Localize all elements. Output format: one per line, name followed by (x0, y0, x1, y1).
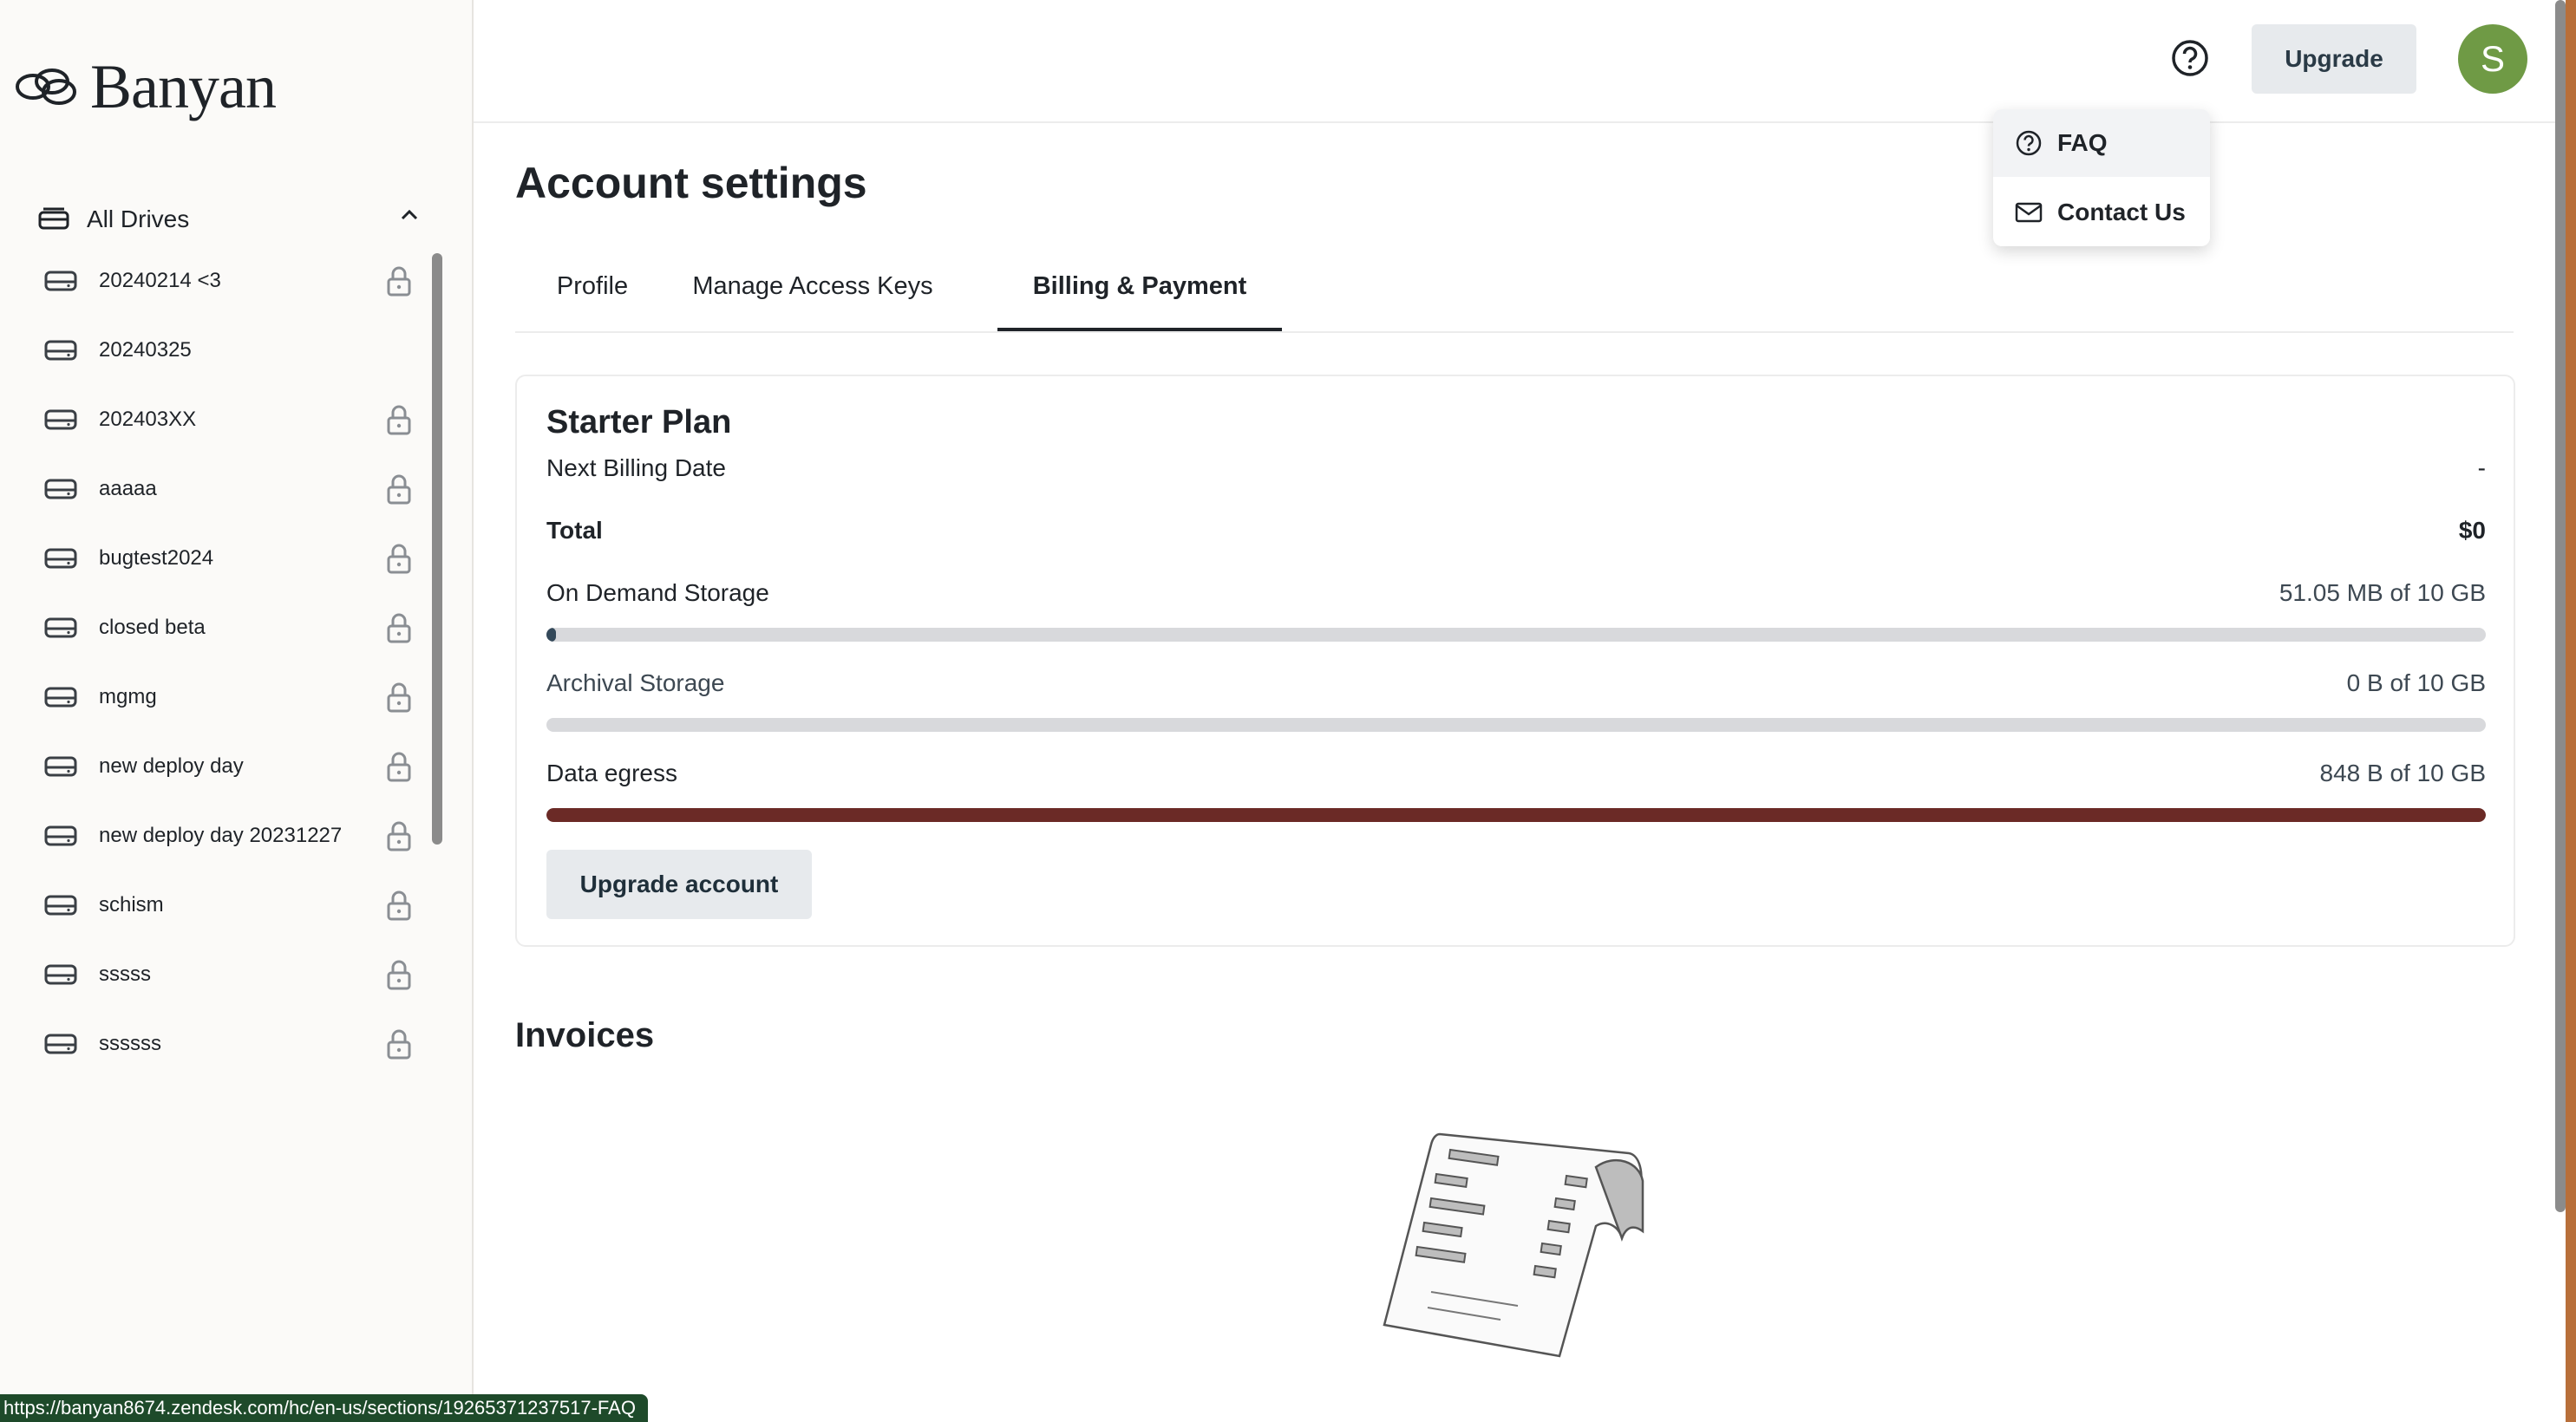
tab-profile[interactable]: Profile (515, 251, 670, 331)
lock-icon (387, 266, 411, 297)
drive-name: aaaaa (99, 477, 157, 500)
sidebar-drive-item[interactable]: mgmg (43, 671, 422, 723)
drive-icon (44, 825, 77, 846)
drive-icon (44, 340, 77, 361)
tab-manage-access-keys[interactable]: Manage Access Keys (670, 251, 956, 331)
sidebar-drive-item[interactable]: 202403XX (43, 394, 422, 446)
page-title: Account settings (515, 159, 867, 207)
help-icon[interactable] (2168, 36, 2212, 80)
lock-icon (387, 405, 411, 435)
drive-name: 202403XX (99, 408, 197, 431)
total-label: Total (546, 517, 603, 544)
on-demand-storage-bar (546, 628, 2486, 642)
drive-name: schism (99, 893, 164, 916)
drive-name: sssss (99, 962, 151, 986)
lock-icon (387, 544, 411, 574)
drive-name: new deploy day 20231227 (99, 824, 343, 847)
help-dropdown-menu: FAQ Contact Us (1993, 109, 2210, 246)
lock-icon (387, 1029, 411, 1060)
lock-icon (387, 821, 411, 851)
drive-name: bugtest2024 (99, 546, 214, 570)
drive-name: 20240325 (99, 338, 192, 362)
drive-icon (44, 548, 77, 569)
sidebar-drive-item[interactable]: closed beta (43, 602, 422, 654)
window-edge (2566, 0, 2576, 1422)
archival-storage-bar (546, 718, 2486, 732)
status-bar-url: https://banyan8674.zendesk.com/hc/en-us/… (0, 1394, 648, 1422)
lock-icon (387, 613, 411, 643)
tab-billing-payment[interactable]: Billing & Payment (997, 251, 1282, 331)
lock-icon (387, 752, 411, 782)
sidebar-drive-item[interactable]: schism (43, 879, 422, 931)
menu-item-contact-us[interactable]: Contact Us (1993, 179, 2210, 246)
drive-icon (44, 1034, 77, 1054)
all-drives-label: All Drives (87, 205, 190, 232)
drive-icon (44, 756, 77, 777)
settings-tabs: Profile Manage Access Keys Billing & Pay… (515, 251, 2514, 333)
drive-name: new deploy day (99, 754, 244, 778)
chevron-up-icon (401, 209, 418, 220)
upgrade-button[interactable]: Upgrade (2252, 24, 2416, 94)
brand-name: Banyan (90, 52, 277, 121)
user-avatar[interactable]: S (2458, 24, 2527, 94)
sidebar-drive-item[interactable]: aaaaa (43, 463, 422, 515)
drive-name: ssssss (99, 1032, 161, 1055)
sidebar-drive-item[interactable]: new deploy day 20231227 (43, 810, 422, 862)
on-demand-storage-value: 51.05 MB of 10 GB (2279, 579, 2486, 606)
total-value: $0 (2458, 517, 2486, 544)
archival-storage-label: Archival Storage (546, 669, 725, 696)
drive-icon (44, 479, 77, 499)
menu-item-faq[interactable]: FAQ (1993, 109, 2210, 177)
drive-list: 20240214 <3 20240325 202403XX aaaaa bugtest2… (0, 253, 451, 1086)
lock-icon (387, 960, 411, 990)
sidebar-drive-item[interactable]: 20240325 (43, 324, 422, 376)
sidebar-scrollbar[interactable] (432, 253, 442, 845)
next-billing-value: - (2477, 454, 2486, 481)
on-demand-storage-bar-fill (546, 628, 557, 642)
main-scrollbar[interactable] (2555, 0, 2566, 1212)
menu-item-faq-label: FAQ (2057, 129, 2108, 156)
sidebar-drive-item[interactable]: ssssss (43, 1018, 422, 1070)
drive-icon (44, 687, 77, 708)
sidebar-drive-item[interactable]: bugtest2024 (43, 532, 422, 584)
invoices-title: Invoices (515, 1016, 655, 1054)
plan-card: Starter Plan Next Billing Date - Total $… (515, 375, 2515, 947)
next-billing-label: Next Billing Date (546, 454, 726, 481)
top-bar (474, 0, 2555, 123)
data-egress-label: Data egress (546, 760, 677, 786)
drive-name: mgmg (99, 685, 157, 708)
data-egress-value: 848 B of 10 GB (2319, 760, 2486, 786)
drive-stack-icon (38, 207, 69, 230)
lock-icon (387, 682, 411, 713)
mail-icon (2015, 202, 2043, 223)
drive-name: 20240214 <3 (99, 269, 221, 292)
menu-item-contact-us-label: Contact Us (2057, 199, 2186, 225)
lock-icon (387, 890, 411, 921)
lock-icon (387, 474, 411, 505)
drive-icon (44, 271, 77, 291)
on-demand-storage-label: On Demand Storage (546, 579, 769, 606)
drive-icon (44, 617, 77, 638)
sidebar: Banyan All Drives 20240214 <3 20240325 202… (0, 0, 474, 1422)
drive-icon (44, 895, 77, 916)
plan-name: Starter Plan (546, 404, 732, 440)
question-circle-icon (2016, 130, 2042, 156)
archival-storage-value: 0 B of 10 GB (2346, 669, 2486, 696)
banyan-logo-icon (16, 68, 76, 105)
all-drives-toggle[interactable]: All Drives (38, 199, 420, 239)
sidebar-drive-item[interactable]: sssss (43, 949, 422, 1001)
upgrade-account-button[interactable]: Upgrade account (546, 850, 812, 919)
sidebar-drive-item[interactable]: new deploy day (43, 740, 422, 793)
drive-icon (44, 964, 77, 985)
sidebar-drive-item[interactable]: 20240214 <3 (43, 255, 422, 307)
drive-icon (44, 409, 77, 430)
data-egress-bar (546, 808, 2486, 822)
brand-logo[interactable]: Banyan (14, 50, 277, 123)
data-egress-bar-fill (546, 808, 2486, 822)
drive-name: closed beta (99, 616, 206, 639)
empty-receipt-illustration (1383, 1132, 1644, 1358)
